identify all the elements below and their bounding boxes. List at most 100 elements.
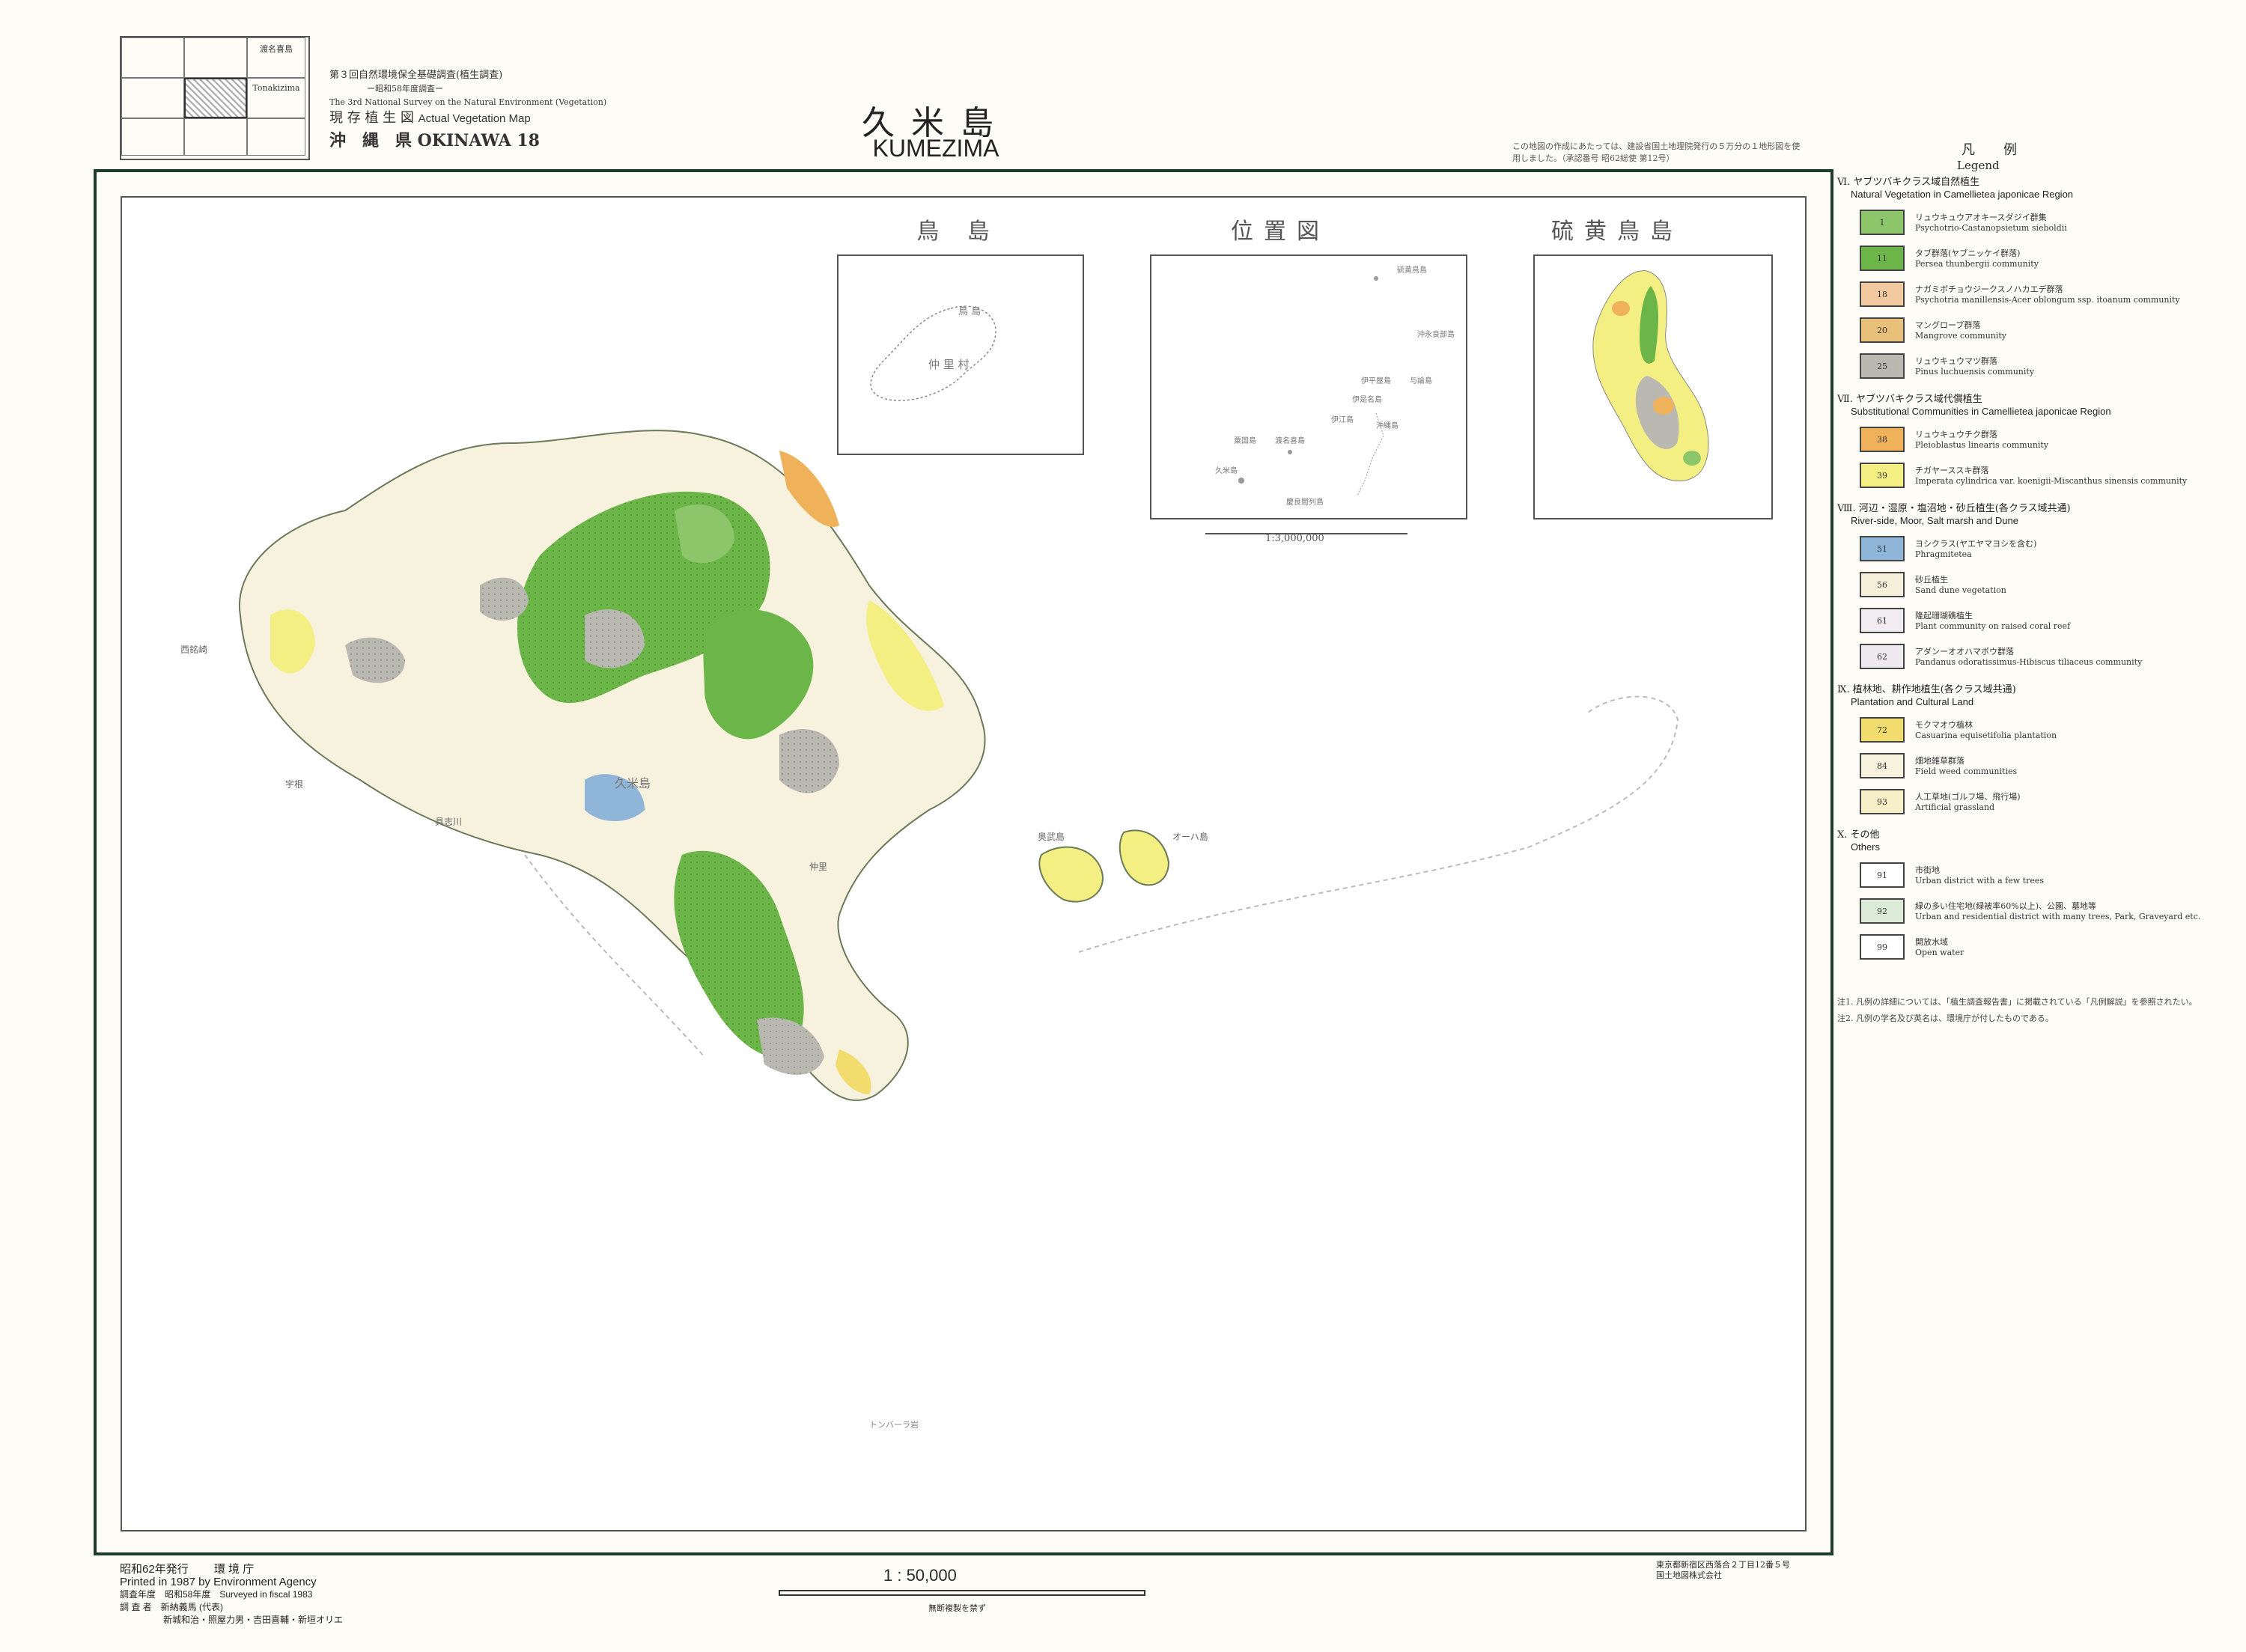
legend-swatch-20: 20	[1860, 317, 1905, 343]
legend-section-0-title-ja: Ⅵ. ヤブツバキクラス域自然植生	[1837, 177, 1980, 188]
footer-credits: 昭和62年発行 環 境 庁 Printed in 1987 by Environ…	[120, 1563, 343, 1627]
legend-section-0-title-en: Natural Vegetation in Camellietea japoni…	[1851, 189, 2074, 200]
legend-section-4-title-en: Others	[1851, 841, 1881, 853]
prefecture-label: 沖 縄 県 OKINAWA 18	[329, 131, 540, 150]
legend-label-ja-72: モクマオウ植林	[1915, 720, 1973, 730]
legend-section-2-title-en: River-side, Moor, Salt marsh and Dune	[1851, 515, 2018, 526]
legend-label-en-11: Persea thunbergii community	[1915, 259, 2039, 269]
legend-swatch-25: 25	[1860, 353, 1905, 379]
legend-swatch-1: 1	[1860, 210, 1905, 235]
legend-label-en-1: Psychotrio-Castanopsietum sieboldii	[1915, 223, 2067, 233]
legend-section-1-title-en: Substitutional Communities in Camelliete…	[1851, 406, 2111, 417]
copy-restriction-note: 無断複製を禁ず	[928, 1603, 986, 1613]
label-nishime: 西銘崎	[180, 644, 207, 655]
legend-label-ja-38: リュウキュウチク群落	[1915, 430, 1997, 439]
legend-section-4-title-ja: Ⅹ. その他	[1837, 829, 1880, 841]
legend-swatch-61: 61	[1860, 608, 1905, 633]
map-type-ja: 現 存 植 生 図	[329, 110, 414, 126]
printer-info: 東京都新宿区西落合２丁目12番５号 国土地図株式会社	[1656, 1560, 1790, 1581]
legend-note-2: 注2. 凡例の学名及び英名は、環境庁が付したものである。	[1837, 1014, 2054, 1023]
legend-label-ja-11: タブ群落(ヤブニッケイ群落)	[1915, 249, 2021, 258]
legend-label-ja-62: アダンーオオハマボウ群落	[1915, 647, 2014, 656]
kumejima-vegetation-map[interactable]: 久米島 西銘崎 宇根 具志川 仲里 奥武島 オーハ島 トンバーラ岩	[121, 196, 1807, 1531]
legend-swatch-38: 38	[1860, 427, 1905, 452]
issuing-agency: 環 境 庁	[213, 1563, 255, 1576]
survey-year-credit: 調査年度 昭和58年度 Surveyed in fiscal 1983	[120, 1589, 313, 1600]
legend-title-ja: 凡 例	[1962, 142, 2024, 158]
legend-label-ja-84: 畑地雑草群落	[1915, 756, 1965, 766]
legend-label-en-99: Open water	[1915, 948, 1965, 957]
legend-label-en-91: Urban district with a few trees	[1915, 876, 2045, 886]
printer-address: 東京都新宿区西落合２丁目12番５号	[1656, 1560, 1790, 1570]
legend-section-1-title-ja: Ⅶ. ヤブツバキクラス域代償植生	[1837, 394, 1982, 405]
legend-label-ja-39: チガヤーススキ群落	[1915, 466, 1989, 475]
legend-swatch-84: 84	[1860, 753, 1905, 778]
legend-swatch-51: 51	[1860, 536, 1905, 561]
scale-bar	[779, 1590, 1145, 1596]
surveyor-lead: 調 査 者 新納義馬 (代表)	[120, 1602, 223, 1612]
legend-swatch-91: 91	[1860, 862, 1905, 888]
issued-year: 昭和62年発行	[120, 1563, 189, 1576]
survey-title-ja: 第３回自然環境保全基礎調査(植生調査)	[329, 70, 503, 81]
legend-swatch-99: 99	[1860, 934, 1905, 960]
legend-swatch-62: 62	[1860, 644, 1905, 669]
legend-label-en-62: Pandanus odoratissimus-Hibiscus tiliaceu…	[1915, 657, 2143, 667]
legend-label-ja-61: 隆起珊瑚礁植生	[1915, 611, 1973, 621]
legend-section-3-title-en: Plantation and Cultural Land	[1851, 696, 1974, 707]
legend-section-2-title-ja: Ⅷ. 河辺・湿原・塩沼地・砂丘植生(各クラス域共通)	[1837, 503, 2071, 514]
legend-label-en-93: Artificial grassland	[1915, 802, 1995, 812]
legend-label-ja-92: 緑の多い住宅地(緑被率60%以上)、公園、墓地等	[1915, 901, 2097, 911]
legend-label-ja-25: リュウキュウマツ群落	[1915, 356, 1997, 366]
survey-title-en: The 3rd National Survey on the Natural E…	[329, 97, 607, 107]
legend-label-en-84: Field weed communities	[1915, 766, 2018, 776]
map-type: 現 存 植 生 図 Actual Vegetation Map	[329, 109, 531, 128]
index-sheet-name-ja: 渡名喜島	[260, 44, 293, 54]
map-type-en: Actual Vegetation Map	[418, 112, 531, 125]
label-nakazato: 仲里	[809, 862, 827, 872]
legend-label-en-92: Urban and residential district with many…	[1915, 912, 2201, 921]
legend-label-ja-91: 市街地	[1915, 865, 1940, 875]
legend-swatch-11: 11	[1860, 246, 1905, 271]
label-ou-island: 奥武島	[1038, 831, 1065, 842]
islet-ou	[1038, 846, 1104, 903]
survey-year: ー昭和58年度調査ー	[367, 84, 443, 94]
legend-label-ja-99: 開放水域	[1915, 937, 1948, 947]
legend-panel: Ⅵ. ヤブツバキクラス域自然植生 Natural Vegetation in Ca…	[1837, 177, 2242, 1075]
legend-label-ja-56: 砂丘植生	[1915, 575, 1948, 585]
label-gushikawa: 具志川	[435, 817, 462, 827]
legend-swatch-92: 92	[1860, 898, 1905, 924]
legend-label-en-56: Sand dune vegetation	[1915, 585, 2006, 595]
legend-label-en-20: Mangrove community	[1915, 331, 2007, 341]
legend-label-en-38: Pleioblastus linearis community	[1915, 440, 2049, 450]
legend-label-en-51: Phragmitetea	[1915, 549, 1972, 559]
legend-swatch-93: 93	[1860, 789, 1905, 814]
surveyor-members: 新城和治・照屋力男・吉田喜輔・新垣オリエ	[163, 1615, 344, 1625]
legend-swatch-72: 72	[1860, 717, 1905, 743]
legend-label-en-25: Pinus luchuensis community	[1915, 367, 2035, 377]
label-oha-island: オーハ島	[1172, 831, 1208, 842]
label-tonbara: トンバーラ岩	[869, 1419, 919, 1430]
legend-swatch-56: 56	[1860, 572, 1905, 597]
map-scale: 1 : 50,000	[883, 1566, 957, 1585]
legend-label-ja-51: ヨシクラス(ヤエヤマヨシを含む)	[1915, 539, 2037, 549]
legend-label-en-18: Psychotria manillensis-Acer oblongum ssp…	[1915, 295, 2180, 305]
index-sheet-grid: 渡名喜島 Tonakizima	[120, 36, 310, 160]
legend-label-en-72: Casuarina equisetifolia plantation	[1915, 731, 2057, 740]
current-sheet-marker	[184, 78, 247, 118]
legend-label-ja-18: ナガミボチョウジークスノハカエデ群落	[1915, 284, 2063, 294]
legend-note-1: 注1. 凡例の詳細については、「植生調査報告書」に掲載されている「凡例解説」を参…	[1837, 997, 2197, 1007]
base-map-note: この地図の作成にあたっては、建設省国土地理院発行の５万分の１地形図を使用しました…	[1512, 141, 1801, 163]
label-kumejima: 久米島	[615, 776, 651, 790]
label-une: 宇根	[285, 779, 303, 790]
legend-notes: 注1. 凡例の詳細については、「植生調査報告書」に掲載されている「凡例解説」を参…	[1837, 994, 2242, 1027]
index-sheet-name-en: Tonakizima	[252, 83, 300, 93]
islet-oha	[1119, 829, 1170, 886]
legend-swatch-18: 18	[1860, 281, 1905, 307]
legend-label-ja-20: マングローブ群落	[1915, 320, 1981, 330]
map-title-en: KUMEZIMA	[872, 135, 999, 162]
legend-label-en-61: Plant community on raised coral reef	[1915, 621, 2071, 631]
legend-label-ja-1: リュウキュウアオキースダジイ群集	[1915, 213, 2047, 222]
legend-label-ja-93: 人工草地(ゴルフ場、飛行場)	[1915, 792, 2021, 802]
legend-label-en-39: Imperata cylindrica var. koenigii-Miscan…	[1915, 476, 2188, 486]
legend-title-en: Legend	[1957, 159, 2000, 172]
